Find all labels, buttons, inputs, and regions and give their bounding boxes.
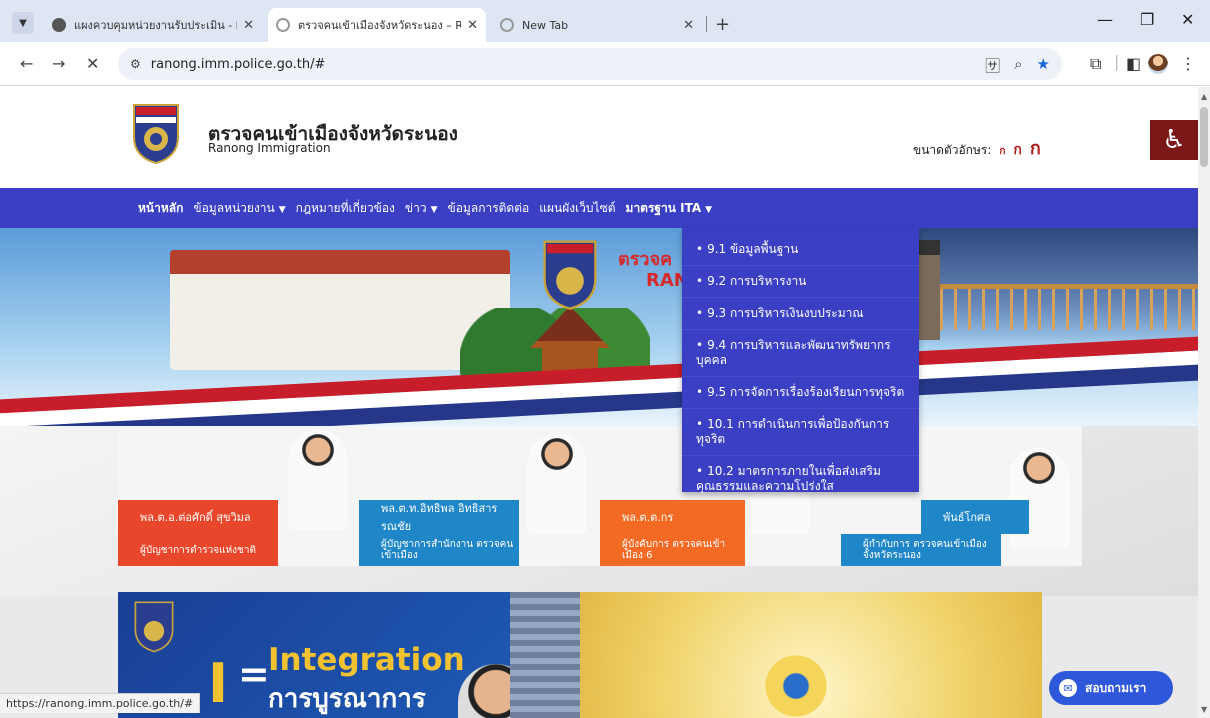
promo-equals: = xyxy=(238,652,270,696)
executive-card[interactable]: พล.ต.อ.ต่อศักดิ์ สุขวิมล ผู้บัญชาการตำรว… xyxy=(118,426,359,566)
profile-avatar[interactable] xyxy=(1148,54,1168,74)
chat-label: สอบถามเรา xyxy=(1085,680,1147,695)
side-panel-icon[interactable]: ◧ xyxy=(1126,54,1141,73)
tab-separator xyxy=(706,16,707,32)
accessibility-icon[interactable]: ♿ xyxy=(1150,120,1198,160)
royal-crest-image xyxy=(756,632,836,718)
font-size-control: ขนาดตัวอักษร: ก ก ก xyxy=(913,133,1041,162)
banner-building xyxy=(170,250,510,370)
ita-menu-item[interactable]: • 10.2 มาตรการภายในเพื่อส่งเสริมคุณธรรมแล… xyxy=(682,456,919,503)
executive-photo xyxy=(288,430,348,530)
toolbar-divider: | xyxy=(1114,52,1120,71)
font-size-label: ขนาดตัวอักษร: xyxy=(913,143,992,157)
nav-news[interactable]: ข่าว ▼ xyxy=(405,199,438,218)
ita-dropdown-menu: • 9.1 ข้อมูลพื้นฐาน • 9.2 การบริหารงาน • 9.… xyxy=(682,228,919,503)
executive-position: ผู้บังคับการ ตรวจคนเข้าเมือง 6 xyxy=(600,534,745,566)
nav-contact[interactable]: ข้อมูลการติดต่อ xyxy=(448,199,530,218)
loading-icon xyxy=(276,18,290,32)
page-scrollbar[interactable] xyxy=(1198,87,1210,718)
promo-letter: I xyxy=(208,652,229,715)
executive-position: ผู้กำกับการ ตรวจคนเข้าเมืองจังหวัดระนอง xyxy=(841,534,1001,566)
browser-tab-bar: ▼ แผงควบคุมหน่วยงานรับประเมิน - ITA ✕ ตร… xyxy=(0,0,1210,42)
browser-toolbar: ← → ✕ ⚙ ranong.imm.police.go.th/# 🈂 ⌕ ★ … xyxy=(0,42,1210,86)
ita-menu-item[interactable]: • 9.4 การบริหารและพัฒนาทรัพยากรบุคคล xyxy=(682,330,919,377)
site-info-icon[interactable]: ⚙ xyxy=(130,57,141,71)
browser-tab-new[interactable]: New Tab ✕ xyxy=(492,8,702,42)
chevron-down-icon: ▼ xyxy=(705,204,713,215)
nav-sitemap[interactable]: แผนผังเว็บไซต์ xyxy=(539,199,615,218)
promo-th-word: การบูรณาการ xyxy=(268,684,426,714)
chevron-down-icon: ▼ xyxy=(430,204,438,215)
royal-promo-banner[interactable] xyxy=(580,592,1042,718)
executive-name: พล.ต.ท.อิทธิพล อิทธิสารรณชัย xyxy=(359,500,519,534)
site-subtitle: Ranong Immigration xyxy=(208,141,331,155)
chevron-down-icon: ▼ xyxy=(278,204,286,215)
browser-tab-ita[interactable]: แผงควบคุมหน่วยงานรับประเมิน - ITA ✕ xyxy=(44,8,262,42)
font-size-medium[interactable]: ก xyxy=(1013,139,1021,161)
police-badge-logo[interactable] xyxy=(130,101,182,165)
minimize-icon[interactable]: — xyxy=(1097,10,1113,29)
tab-search-button[interactable]: ▼ xyxy=(12,12,34,34)
promo-en-word: Integration xyxy=(268,642,465,678)
close-tab-icon[interactable]: ✕ xyxy=(683,18,694,33)
nav-ita-standard[interactable]: มาตรฐาน ITA ▼ xyxy=(626,199,713,218)
font-size-small[interactable]: ก xyxy=(999,144,1005,159)
tab-title: แผงควบคุมหน่วยงานรับประเมิน - ITA xyxy=(74,19,238,32)
loading-icon xyxy=(500,18,514,32)
font-size-large[interactable]: ก xyxy=(1030,133,1041,162)
messenger-icon: ✉ xyxy=(1059,679,1077,697)
scroll-up-arrow-icon[interactable]: ▲ xyxy=(1201,92,1207,101)
scrollbar-thumb[interactable] xyxy=(1200,107,1208,167)
ita-menu-item[interactable]: • 9.5 การจัดการเรื่องร้องเรียนการทุจริต xyxy=(682,377,919,409)
tab-title: ตรวจคนเข้าเมืองจังหวัดระนอง – Ran xyxy=(298,19,462,32)
menu-icon[interactable]: ⋮ xyxy=(1180,54,1196,73)
ita-menu-item[interactable]: • 9.3 การบริหารเงินงบประมาณ xyxy=(682,298,919,330)
forward-icon[interactable]: → xyxy=(52,54,65,73)
promo-badge-image xyxy=(134,601,174,653)
ita-menu-item[interactable]: • 9.2 การบริหารงาน xyxy=(682,266,919,298)
banner-title: ตรวจค xyxy=(618,249,673,270)
zoom-icon[interactable]: ⌕ xyxy=(1014,55,1022,76)
executive-name: พล.ต.อ.ต่อศักดิ์ สุขวิมล xyxy=(118,500,278,534)
close-tab-icon[interactable]: ✕ xyxy=(243,18,254,33)
globe-icon xyxy=(52,18,66,32)
page-viewport: ตรวจคนเข้าเมืองจังหวัดระนอง Ranong Immig… xyxy=(0,87,1198,718)
scroll-down-arrow-icon[interactable]: ▼ xyxy=(1201,705,1207,714)
stop-icon[interactable]: ✕ xyxy=(86,54,99,73)
banner-tower xyxy=(918,240,940,340)
banner-badge-image xyxy=(543,240,597,310)
back-icon[interactable]: ← xyxy=(20,54,33,73)
executive-position: ผู้บัญชาการสำนักงาน ตรวจคนเข้าเมือง xyxy=(359,534,519,566)
executive-photo xyxy=(527,434,587,534)
translate-icon[interactable]: 🈂 xyxy=(985,55,1000,76)
ita-menu-item[interactable]: • 10.1 การดำเนินการเพื่อป้องกันการทุจริต xyxy=(682,409,919,456)
nav-laws[interactable]: กฎหมายที่เกี่ยวข้อง xyxy=(296,199,395,218)
executive-name: พันธ์โกศล xyxy=(921,500,1029,534)
site-header: ตรวจคนเข้าเมืองจังหวัดระนอง Ranong Immig… xyxy=(0,87,1198,188)
nav-agency-info[interactable]: ข้อมูลหน่วยงาน ▼ xyxy=(193,199,285,218)
banner-bridge xyxy=(940,284,1198,330)
executive-card[interactable]: พล.ต.ท.อิทธิพล อิทธิสารรณชัย ผู้บัญชาการ… xyxy=(359,426,600,566)
extensions-icon[interactable]: ⧉ xyxy=(1090,54,1101,74)
executives-strip: พล.ต.อ.ต่อศักดิ์ สุขวิมล ผู้บัญชาการตำรว… xyxy=(118,426,1082,566)
close-tab-icon[interactable]: ✕ xyxy=(467,18,478,33)
executive-position: ผู้บัญชาการตำรวจแห่งชาติ xyxy=(118,534,278,566)
ita-menu-item[interactable]: • 9.1 ข้อมูลพื้นฐาน xyxy=(682,234,919,266)
hero-banner: ตรวจค RAN xyxy=(0,228,1198,426)
executive-name: พล.ต.ต.กร xyxy=(600,500,745,534)
address-bar[interactable]: ⚙ ranong.imm.police.go.th/# 🈂 ⌕ ★ xyxy=(118,48,1062,80)
ask-us-chat-button[interactable]: ✉ สอบถามเรา xyxy=(1049,671,1173,705)
address-url: ranong.imm.police.go.th/# xyxy=(150,56,326,72)
restore-icon[interactable]: ❐ xyxy=(1140,10,1154,29)
tab-title: New Tab xyxy=(522,18,569,32)
close-window-icon[interactable]: ✕ xyxy=(1181,10,1194,29)
bookmark-star-icon[interactable]: ★ xyxy=(1037,55,1050,76)
new-tab-button[interactable]: + xyxy=(715,14,730,35)
status-bar-url: https://ranong.imm.police.go.th/# xyxy=(0,693,201,713)
executives-section: พล.ต.อ.ต่อศักดิ์ สุขวิมล ผู้บัญชาการตำรว… xyxy=(0,426,1198,596)
main-nav: หน้าหลัก ข้อมูลหน่วยงาน ▼ กฎหมายที่เกี่ยว… xyxy=(0,188,1198,228)
browser-tab-ranong[interactable]: ตรวจคนเข้าเมืองจังหวัดระนอง – Ran ✕ xyxy=(268,8,486,42)
nav-home[interactable]: หน้าหลัก xyxy=(138,199,183,218)
promo-building xyxy=(510,592,580,718)
